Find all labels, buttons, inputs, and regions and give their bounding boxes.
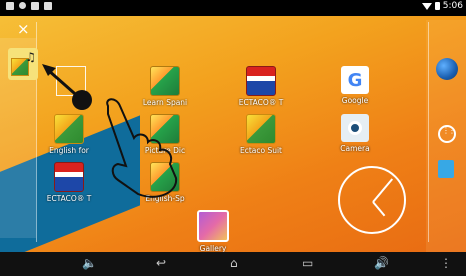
volume-down-icon[interactable]: 🔈 (82, 256, 97, 270)
screenshot-icon (6, 2, 14, 10)
app-gallery[interactable]: Gallery (178, 210, 248, 253)
menu-icon[interactable]: ⋮ (440, 256, 452, 270)
drag-gesture-illustration (42, 64, 178, 198)
volume-up-icon[interactable]: 🔊 (374, 256, 389, 270)
browser-globe-icon[interactable] (436, 58, 458, 80)
gallery-icon (197, 210, 229, 242)
analog-clock-widget[interactable] (338, 166, 406, 234)
recents-icon[interactable]: ▭ (302, 256, 313, 270)
clock-hour-hand (372, 201, 386, 217)
sd-card-icon (44, 2, 52, 10)
app-google[interactable]: G Google (320, 66, 390, 105)
music-note-icon: ♫ (25, 50, 36, 64)
flag-book-icon (246, 66, 276, 96)
clock-minute-hand (372, 178, 394, 203)
google-icon: G (341, 66, 369, 94)
android-icon (31, 2, 39, 10)
dragged-app-icon[interactable]: ♫ (8, 48, 38, 80)
app-camera[interactable]: Camera (320, 114, 390, 153)
navigation-bar: 🔈 ↩ ⌂ ▭ 🔊 ⋮ (0, 252, 466, 276)
battery-icon (434, 2, 440, 10)
back-icon[interactable]: ↩ (156, 256, 166, 270)
touch-point-dot (72, 90, 92, 110)
wifi-icon (421, 2, 432, 10)
hand-pointer-icon (106, 98, 178, 198)
home-icon[interactable]: ⌂ (230, 256, 238, 270)
app-ectaco-suite[interactable]: Ectaco Suit (226, 114, 296, 155)
close-button[interactable]: × (17, 20, 30, 38)
app-ectaco-1[interactable]: ECTACO® T (226, 66, 296, 107)
right-divider (428, 22, 429, 242)
camera-icon (341, 114, 369, 142)
book-icon (246, 114, 276, 144)
contacts-icon[interactable] (438, 160, 454, 178)
status-bar: 5:06 (0, 0, 466, 16)
all-apps-button[interactable] (438, 125, 456, 143)
status-time: 5:06 (442, 1, 463, 11)
usb-icon (19, 2, 26, 9)
notification-icons (6, 2, 52, 10)
